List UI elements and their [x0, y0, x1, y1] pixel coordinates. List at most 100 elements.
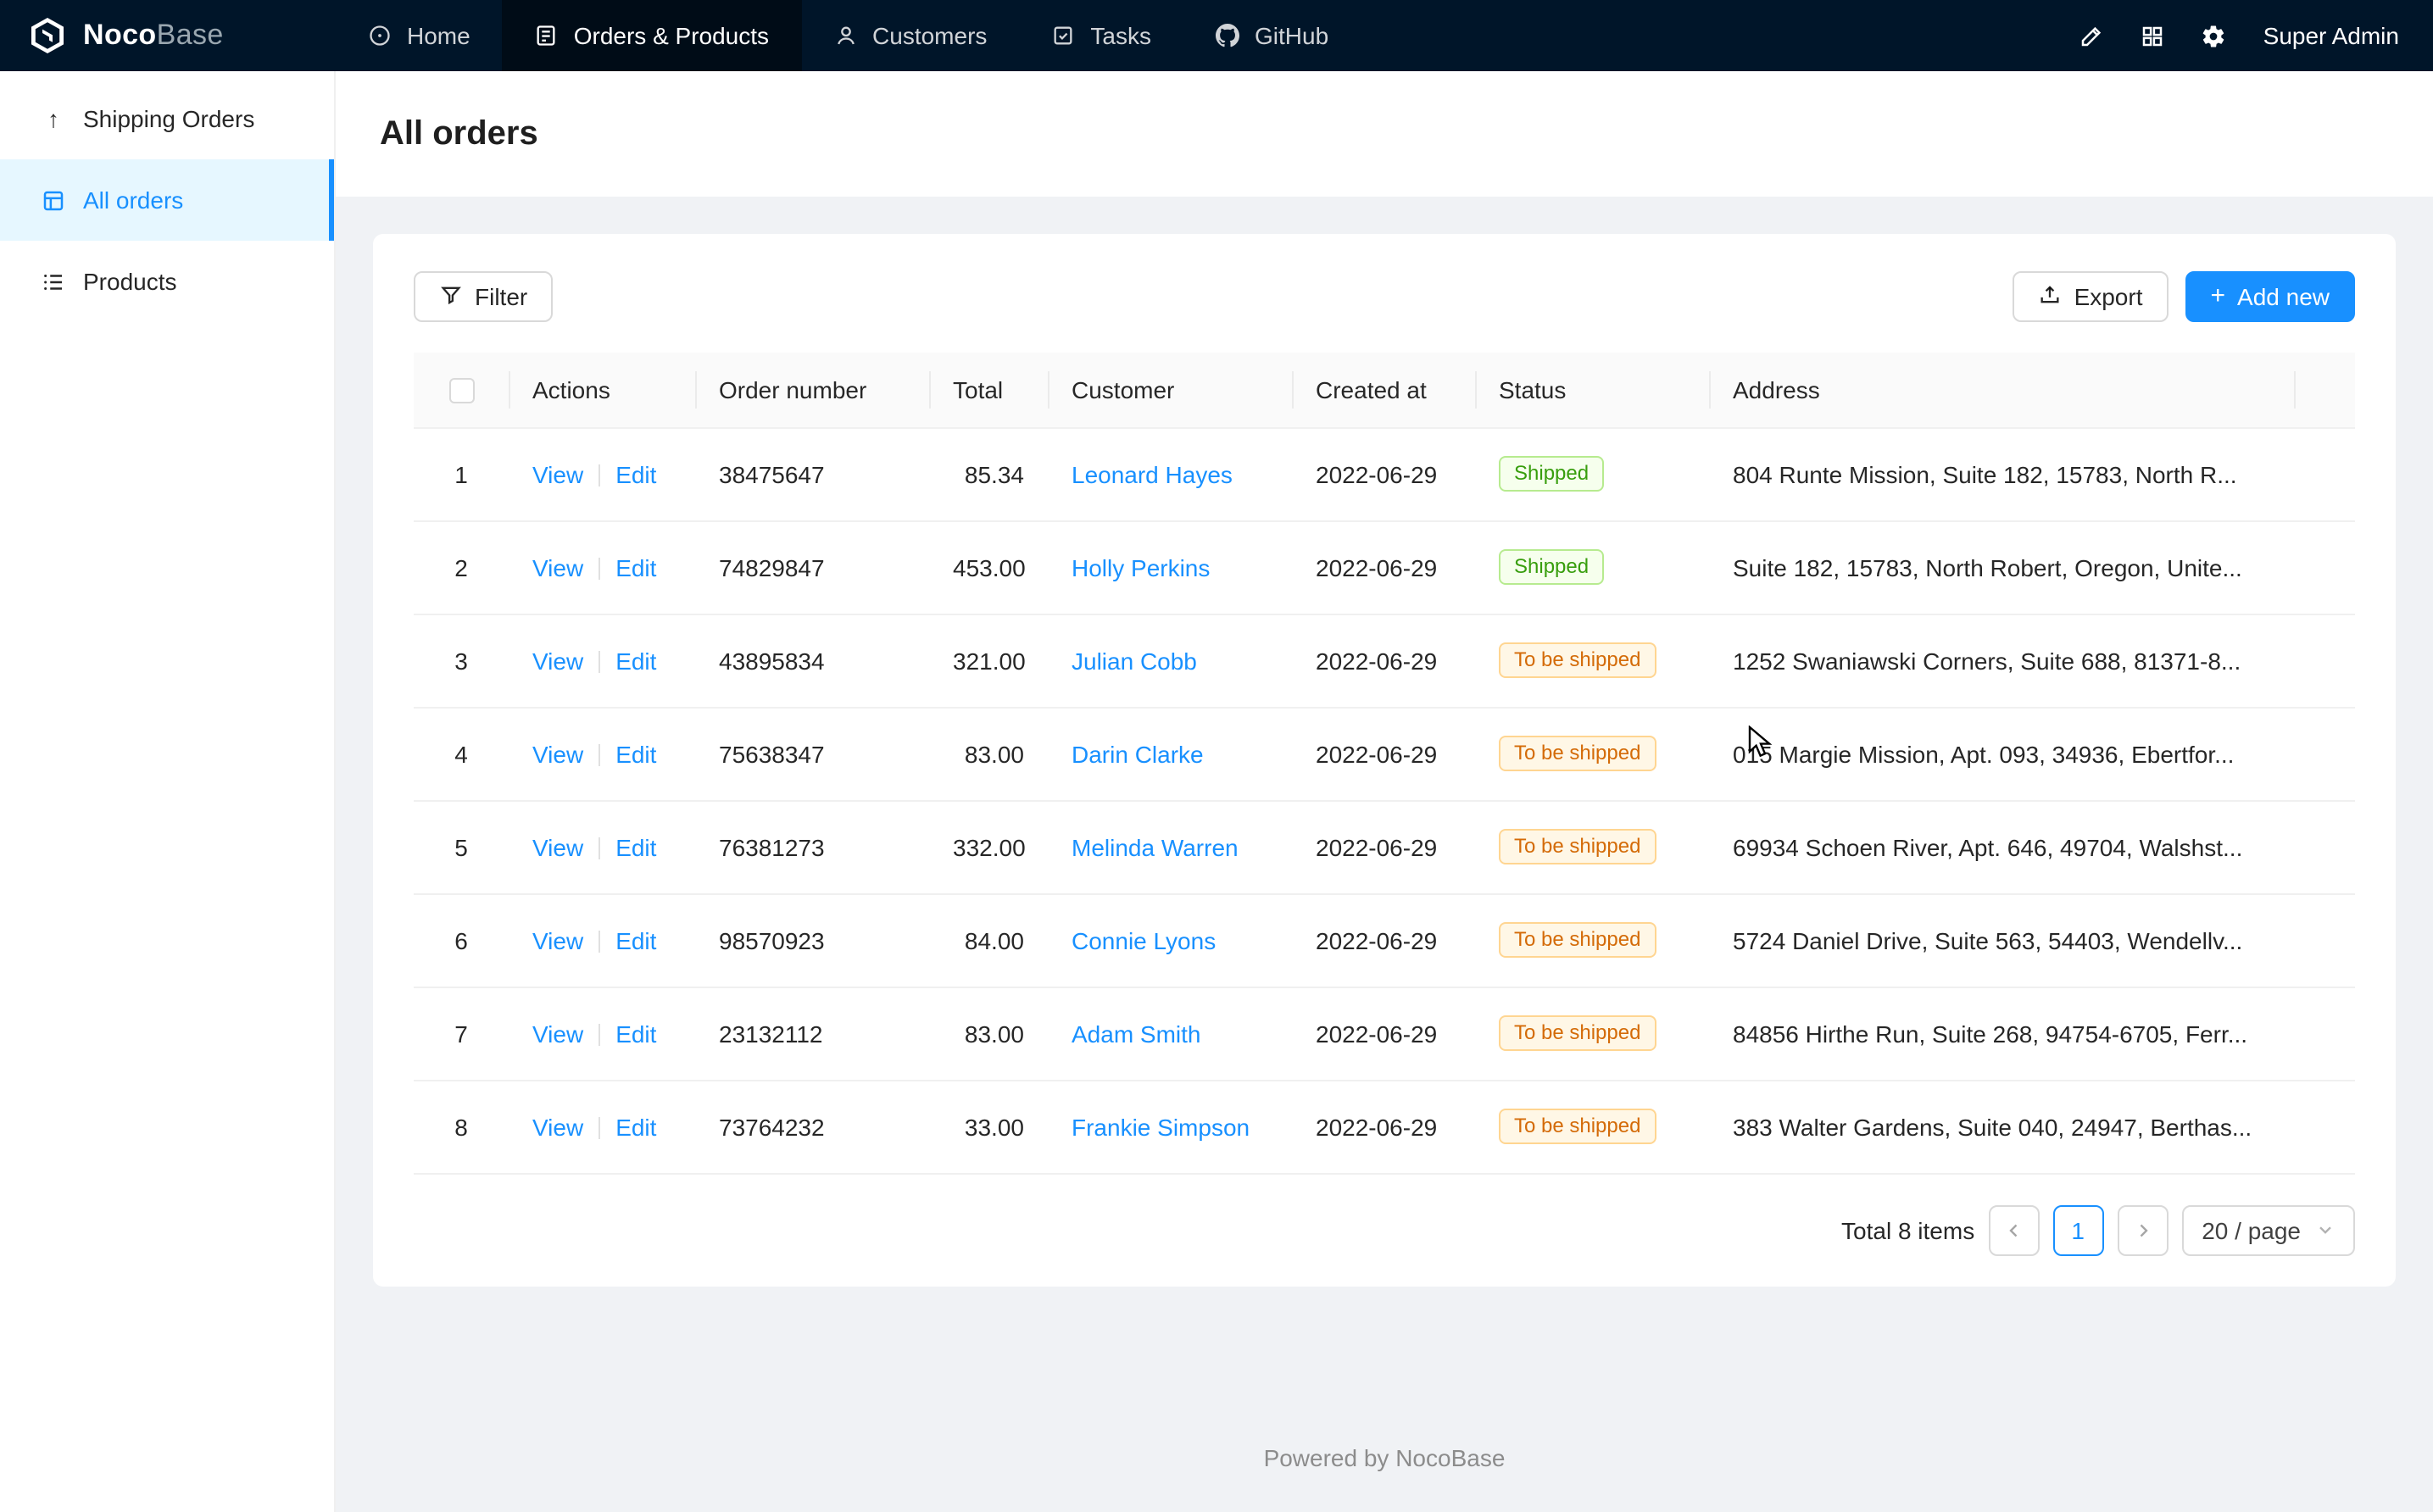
address-cell: 84856 Hirthe Run, Suite 268, 94754-6705,…	[1709, 987, 2294, 1080]
total-cell: 33.00	[929, 1080, 1048, 1173]
customer-link[interactable]: Adam Smith	[1072, 1020, 1201, 1047]
total-cell: 332.00	[929, 800, 1048, 893]
view-link[interactable]: View	[532, 740, 583, 767]
screen: NocoBase Home Orders & Products	[0, 0, 2433, 1512]
view-link[interactable]: View	[532, 553, 583, 581]
edit-link[interactable]: Edit	[615, 926, 656, 953]
sidebar: ↑ Shipping Orders All orders Products	[0, 71, 336, 1512]
customer-link[interactable]: Leonard Hayes	[1072, 460, 1233, 487]
order-number-cell: 75638347	[695, 707, 929, 800]
row-index: 1	[414, 427, 509, 520]
column-header-actions[interactable]: Actions	[509, 353, 695, 427]
list-icon	[41, 269, 66, 294]
table-row: 2 ViewEdit 74829847 453.00 Holly Perkins…	[414, 520, 2355, 614]
customer-link[interactable]: Julian Cobb	[1072, 647, 1197, 674]
customer-cell: Holly Perkins	[1048, 520, 1292, 614]
sidebar-item-shipping-orders[interactable]: ↑ Shipping Orders	[0, 78, 334, 159]
address-cell: Suite 182, 15783, North Robert, Oregon, …	[1709, 520, 2294, 614]
nav-item-home[interactable]: Home	[336, 0, 503, 71]
github-icon	[1216, 24, 1239, 47]
created-at-cell: 2022-06-29	[1292, 614, 1475, 707]
total-cell: 453.00	[929, 520, 1048, 614]
powered-by-footer: Powered by NocoBase	[373, 1420, 2396, 1475]
sidebar-item-all-orders[interactable]: All orders	[0, 159, 334, 241]
status-badge: To be shipped	[1499, 1015, 1656, 1051]
order-number-cell: 76381273	[695, 800, 929, 893]
column-header-customer[interactable]: Customer	[1048, 353, 1292, 427]
edit-link[interactable]: Edit	[615, 1113, 656, 1140]
customer-cell: Frankie Simpson	[1048, 1080, 1292, 1173]
page-title: All orders	[380, 114, 538, 153]
content-area: Filter Export +	[336, 197, 2433, 1512]
next-page-button[interactable]	[2117, 1204, 2168, 1255]
total-cell: 85.34	[929, 427, 1048, 520]
view-link[interactable]: View	[532, 647, 583, 674]
actions-cell: View Edit	[509, 1080, 695, 1173]
arrow-up-icon: ↑	[41, 106, 66, 131]
created-at-cell: 2022-06-29	[1292, 707, 1475, 800]
nav-item-customers[interactable]: Customers	[801, 0, 1019, 71]
address-cell: 1252 Swaniawski Corners, Suite 688, 8137…	[1709, 614, 2294, 707]
actions-cell: View Edit	[509, 614, 695, 707]
actions-cell: View Edit	[509, 707, 695, 800]
extra-cell	[2294, 893, 2355, 987]
order-number-cell: 43895834	[695, 614, 929, 707]
export-button[interactable]: Export	[2013, 271, 2169, 322]
page-header: All orders	[336, 71, 2433, 197]
customer-link[interactable]: Frankie Simpson	[1072, 1113, 1250, 1140]
table-row: 6 ViewEdit 98570923 84.00 Connie Lyons 2…	[414, 893, 2355, 987]
action-divider	[599, 652, 600, 674]
actions-cell: View Edit	[509, 987, 695, 1080]
page-size-select[interactable]: 20 / page	[2181, 1204, 2355, 1255]
customer-cell: Adam Smith	[1048, 987, 1292, 1080]
column-header-order-number[interactable]: Order number	[695, 353, 929, 427]
customer-link[interactable]: Melinda Warren	[1072, 833, 1239, 860]
edit-link[interactable]: Edit	[615, 460, 656, 487]
table-header-row: Actions Order number Total Customer Crea…	[414, 353, 2355, 427]
status-cell: To be shipped	[1475, 614, 1709, 707]
prev-page-button[interactable]	[1988, 1204, 2039, 1255]
nav-item-github[interactable]: GitHub	[1183, 0, 1361, 71]
nav-item-tasks[interactable]: Tasks	[1019, 0, 1183, 71]
nav-item-orders-products[interactable]: Orders & Products	[503, 0, 801, 71]
column-header-total[interactable]: Total	[929, 353, 1048, 427]
page-1-button[interactable]: 1	[2052, 1204, 2103, 1255]
status-badge: Shipped	[1499, 456, 1604, 492]
plugins-grid-icon[interactable]	[2128, 10, 2179, 61]
edit-link[interactable]: Edit	[615, 740, 656, 767]
created-at-cell: 2022-06-29	[1292, 893, 1475, 987]
address-cell: 5724 Daniel Drive, Suite 563, 54403, Wen…	[1709, 893, 2294, 987]
settings-gear-icon[interactable]	[2189, 10, 2240, 61]
customer-link[interactable]: Darin Clarke	[1072, 740, 1204, 767]
customers-icon	[833, 24, 857, 47]
row-index: 5	[414, 800, 509, 893]
edit-link[interactable]: Edit	[615, 553, 656, 581]
main-menu: Home Orders & Products Customers	[336, 0, 1361, 71]
edit-link[interactable]: Edit	[615, 833, 656, 860]
filter-icon	[439, 282, 463, 311]
column-header-created-at[interactable]: Created at	[1292, 353, 1475, 427]
column-header-status[interactable]: Status	[1475, 353, 1709, 427]
edit-link[interactable]: Edit	[615, 1020, 656, 1047]
view-link[interactable]: View	[532, 1113, 583, 1140]
view-link[interactable]: View	[532, 833, 583, 860]
add-new-button[interactable]: + Add new	[2185, 271, 2356, 322]
current-user[interactable]: Super Admin	[2263, 22, 2399, 49]
view-link[interactable]: View	[532, 926, 583, 953]
filter-button[interactable]: Filter	[414, 271, 553, 322]
row-index: 3	[414, 614, 509, 707]
address-cell: 015 Margie Mission, Apt. 093, 34936, Ebe…	[1709, 707, 2294, 800]
row-index: 7	[414, 987, 509, 1080]
customer-link[interactable]: Holly Perkins	[1072, 553, 1210, 581]
view-link[interactable]: View	[532, 460, 583, 487]
customer-link[interactable]: Connie Lyons	[1072, 926, 1216, 953]
view-link[interactable]: View	[532, 1020, 583, 1047]
select-all-checkbox[interactable]	[448, 378, 474, 403]
ui-editor-pen-icon[interactable]	[2067, 10, 2118, 61]
extra-cell	[2294, 520, 2355, 614]
sidebar-item-products[interactable]: Products	[0, 241, 334, 322]
edit-link[interactable]: Edit	[615, 647, 656, 674]
brand[interactable]: NocoBase	[0, 0, 336, 71]
action-divider	[599, 559, 600, 581]
column-header-address[interactable]: Address	[1709, 353, 2294, 427]
